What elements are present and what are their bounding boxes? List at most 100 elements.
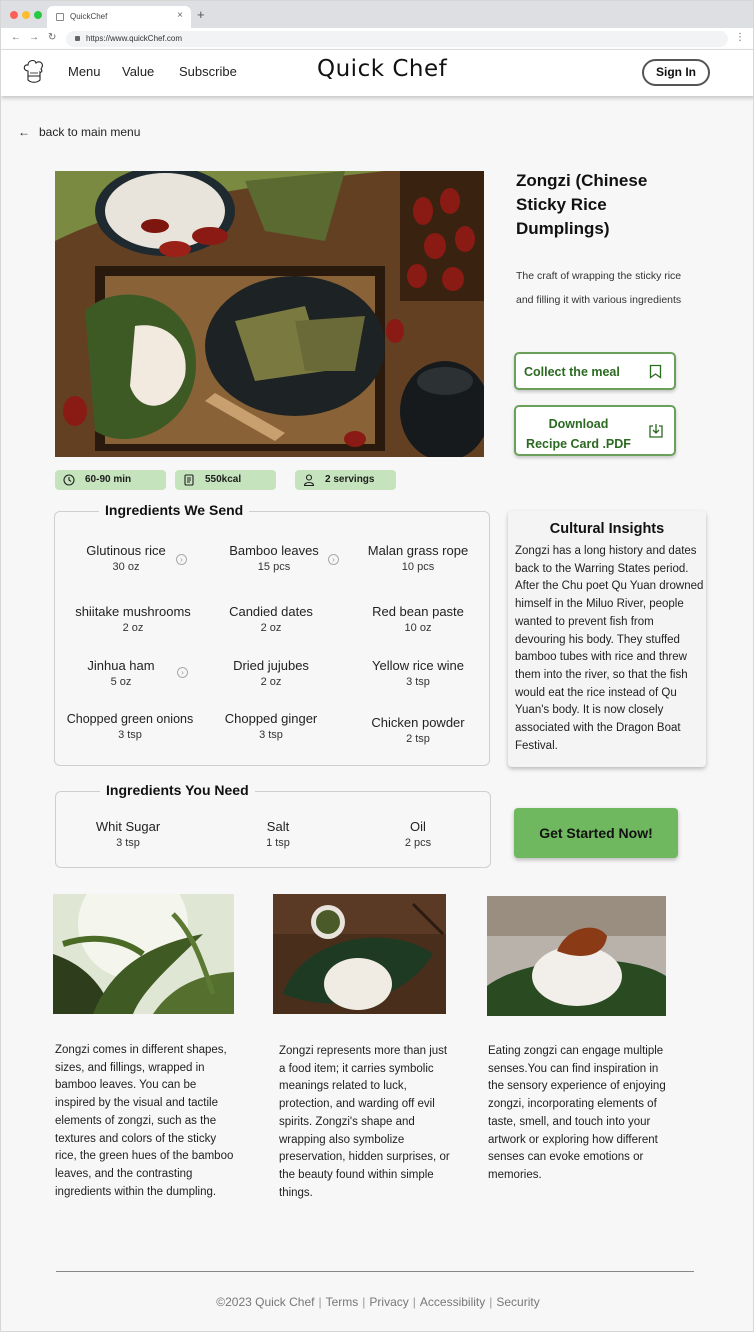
ingredient-name: Glutinous rice	[86, 543, 166, 558]
ingredient-qty: 15 pcs	[257, 561, 291, 573]
gallery-caption: Zongzi comes in different shapes, sizes,…	[55, 1044, 234, 1198]
site-header: Menu Value Subscribe Quick Chef Sign In	[1, 50, 753, 96]
ingredient-item: Malan grass rope 10 pcs	[348, 543, 488, 573]
footer-accessibility-link[interactable]: Accessibility	[420, 1295, 485, 1309]
ingredient-name: Yellow rice wine	[371, 658, 464, 673]
collect-meal-button[interactable]: Collect the meal	[514, 352, 676, 390]
ingredient-item: Dried jujubes 2 oz	[201, 658, 341, 688]
ingredient-name: Dried jujubes	[233, 658, 309, 673]
browser-tab-bar: QuickChef × +	[1, 1, 753, 28]
zongzi-hero-image	[55, 171, 484, 457]
ingredient-qty: 2 oz	[122, 622, 144, 634]
ingredient-item: Chopped ginger 3 tsp	[201, 711, 341, 741]
ingredient-name: Whit Sugar	[95, 819, 161, 834]
clock-icon	[63, 474, 75, 486]
cook-time-text: 60-90 min	[85, 474, 132, 485]
ingredients-you-need-panel: Ingredients You Need Whit Sugar 3 tsp Sa…	[55, 782, 491, 868]
chevron-right-icon[interactable]: ›	[177, 667, 188, 678]
ingredient-name: Bamboo leaves	[229, 543, 319, 558]
browser-tab[interactable]: QuickChef ×	[47, 6, 191, 28]
new-tab-icon[interactable]: +	[197, 8, 205, 21]
ingredient-item: Chopped green onions 3 tsp	[57, 712, 203, 741]
download-recipe-label: Download Recipe Card .PDF	[516, 414, 641, 454]
ingredient-item: Oil 2 pcs	[358, 819, 478, 849]
footer-security-link[interactable]: Security	[496, 1295, 539, 1309]
get-started-button[interactable]: Get Started Now!	[514, 808, 678, 858]
ingredient-qty: 10 pcs	[401, 561, 435, 573]
gallery-caption: Eating zongzi can engage multiple senses…	[488, 1045, 666, 1181]
ingredient-qty: 1 tsp	[266, 837, 290, 849]
download-icon	[649, 424, 663, 438]
back-to-menu-link[interactable]: ← back to main menu	[18, 125, 140, 139]
url-field[interactable]: https://www.quickChef.com	[66, 31, 728, 47]
ingredient-qty: 3 tsp	[118, 729, 142, 741]
download-label-line2: Recipe Card .PDF	[526, 437, 631, 451]
back-arrow-icon[interactable]: ←	[11, 32, 21, 43]
ingredient-qty: 10 oz	[404, 622, 432, 634]
ingredient-item: Glutinous rice 30 oz	[56, 543, 196, 573]
lock-icon	[75, 36, 80, 41]
ingredient-name: Candied dates	[229, 604, 313, 619]
bamboo-leaves-image	[53, 894, 234, 1014]
browser-window: QuickChef × + ← → ↻ https://www.quickChe…	[0, 0, 754, 1332]
minimize-window-button[interactable]	[22, 11, 30, 19]
close-window-button[interactable]	[10, 11, 18, 19]
chef-hat-logo-icon[interactable]	[22, 59, 46, 85]
person-icon	[303, 474, 315, 486]
ingredient-name: Malan grass rope	[367, 543, 469, 558]
chevron-right-icon[interactable]: ›	[328, 554, 339, 565]
ingredient-name: Salt	[266, 819, 290, 834]
reload-icon[interactable]: ↻	[48, 32, 56, 43]
ingredient-name: Oil	[410, 819, 426, 834]
calories-text: 550kcal	[205, 474, 242, 485]
zongzi-plate-image	[487, 896, 666, 1016]
ingredient-qty: 2 oz	[260, 622, 282, 634]
back-link-label: back to main menu	[39, 125, 141, 139]
browser-menu-icon[interactable]: ⋮	[735, 32, 745, 43]
zongzi-rice-image	[273, 894, 446, 1014]
document-icon	[184, 474, 194, 486]
favicon-icon	[56, 13, 64, 21]
ingredient-item: Candied dates 2 oz	[201, 604, 341, 634]
footer-privacy-link[interactable]: Privacy	[369, 1295, 408, 1309]
forward-arrow-icon[interactable]: →	[29, 32, 39, 43]
ingredient-name: Chopped ginger	[224, 711, 318, 726]
ingredient-qty: 3 tsp	[259, 729, 283, 741]
ingredient-item: Salt 1 tsp	[218, 819, 338, 849]
cultural-insights-card: Cultural Insights Zongzi has a long hist…	[508, 511, 706, 767]
ingredient-name: Chopped green onions	[66, 712, 194, 726]
tab-close-icon[interactable]: ×	[177, 10, 183, 21]
ingredient-name: Chicken powder	[371, 715, 465, 730]
ingredient-item: Chicken powder 2 tsp	[348, 715, 488, 745]
cook-time-badge: 60-90 min	[55, 470, 166, 490]
calories-badge: 550kcal	[175, 470, 276, 490]
ingredient-qty: 3 tsp	[406, 676, 430, 688]
footer: ©2023 Quick Chef | Terms | Privacy | Accessibi…	[216, 1295, 540, 1309]
ingredient-item: Red bean paste 10 oz	[348, 604, 488, 634]
url-text: https://www.quickChef.com	[86, 34, 183, 43]
ingredient-qty: 30 oz	[112, 561, 140, 573]
footer-terms-link[interactable]: Terms	[326, 1295, 359, 1309]
maximize-window-button[interactable]	[34, 11, 42, 19]
ingredient-item: Bamboo leaves 15 pcs	[204, 543, 344, 573]
nav-menu-link[interactable]: Menu	[68, 64, 101, 79]
arrow-left-icon: ←	[18, 125, 30, 139]
nav-subscribe-link[interactable]: Subscribe	[179, 64, 237, 79]
ingredient-item: Jinhua ham 5 oz	[51, 658, 191, 688]
ingredients-you-need-title: Ingredients You Need	[100, 782, 255, 798]
cultural-insights-text: Zongzi has a long history and dates back…	[515, 545, 704, 752]
ingredient-qty: 2 pcs	[404, 837, 432, 849]
chevron-right-icon[interactable]: ›	[176, 554, 187, 565]
collect-meal-label: Collect the meal	[524, 365, 620, 379]
tab-title: QuickChef	[70, 12, 108, 21]
ingredients-we-send-title: Ingredients We Send	[99, 502, 250, 518]
ingredient-name: shiitake mushrooms	[75, 604, 191, 619]
brand-title[interactable]: Quick Chef	[317, 56, 447, 82]
download-recipe-button[interactable]: Download Recipe Card .PDF	[514, 405, 676, 456]
sign-in-button[interactable]: Sign In	[642, 59, 710, 86]
ingredient-qty: 2 tsp	[406, 733, 430, 745]
servings-text: 2 servings	[325, 474, 375, 485]
nav-value-link[interactable]: Value	[122, 64, 154, 79]
ingredient-qty: 3 tsp	[116, 837, 140, 849]
ingredient-qty: 2 oz	[260, 676, 282, 688]
